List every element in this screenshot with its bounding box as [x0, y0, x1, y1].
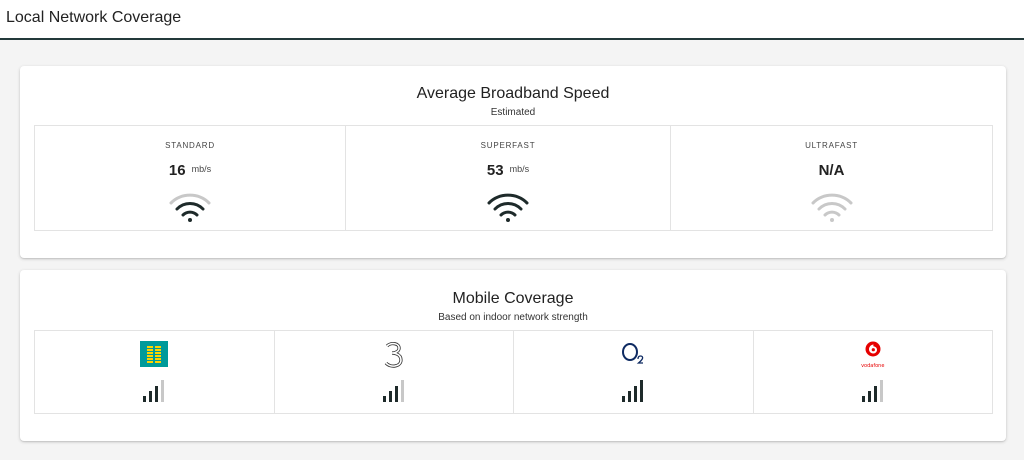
operator-o2 [514, 331, 754, 413]
speed-unit: mb/s [191, 164, 212, 174]
tier-label: STANDARD [165, 141, 215, 150]
mobile-subtitle: Based on indoor network strength [438, 312, 588, 323]
tier-standard: STANDARD 16 mb/s [35, 126, 346, 230]
operator-three [275, 331, 514, 413]
ee-logo [140, 341, 169, 367]
broadband-card: Average Broadband Speed Estimated STANDA… [20, 66, 1006, 258]
operator-ee [35, 331, 275, 413]
tier-value: N/A [671, 162, 992, 180]
tier-value: 16 mb/s [35, 162, 345, 180]
vodafone-logo-text: vodafone [861, 363, 885, 369]
wifi-icon [169, 193, 211, 222]
speed-number: 16 [168, 162, 186, 179]
mobile-title: Mobile Coverage [452, 290, 574, 307]
signal-strength-icon [382, 380, 404, 402]
o2-logo [619, 341, 647, 367]
speed-number: N/A [818, 162, 845, 179]
tier-label: ULTRAFAST [805, 141, 858, 150]
page-title: Local Network Coverage [6, 9, 182, 26]
signal-strength-icon [861, 380, 883, 402]
tier-superfast: SUPERFAST 53 mb/s [346, 126, 671, 230]
broadband-title: Average Broadband Speed [416, 85, 610, 102]
tier-ultrafast: ULTRAFAST N/A [671, 126, 992, 230]
tier-label: SUPERFAST [480, 141, 536, 150]
broadband-subtitle: Estimated [490, 107, 536, 118]
signal-strength-icon [622, 380, 644, 402]
operator-vodafone: vodafone [754, 331, 993, 413]
top-bar: Local Network Coverage [0, 0, 1024, 40]
mobile-card: Mobile Coverage Based on indoor network … [20, 270, 1006, 441]
three-logo [380, 341, 408, 369]
mobile-operators: vodafone [34, 330, 993, 414]
signal-strength-icon [143, 380, 165, 402]
wifi-icon [487, 193, 529, 222]
speed-number: 53 [486, 162, 504, 179]
vodafone-logo: vodafone [853, 341, 893, 369]
wifi-icon [811, 193, 852, 222]
broadband-tiers: STANDARD 16 mb/s SUPERFAST 53 mb/s ULTRA… [34, 125, 993, 231]
tier-value: 53 mb/s [346, 162, 670, 180]
speed-unit: mb/s [509, 164, 530, 174]
